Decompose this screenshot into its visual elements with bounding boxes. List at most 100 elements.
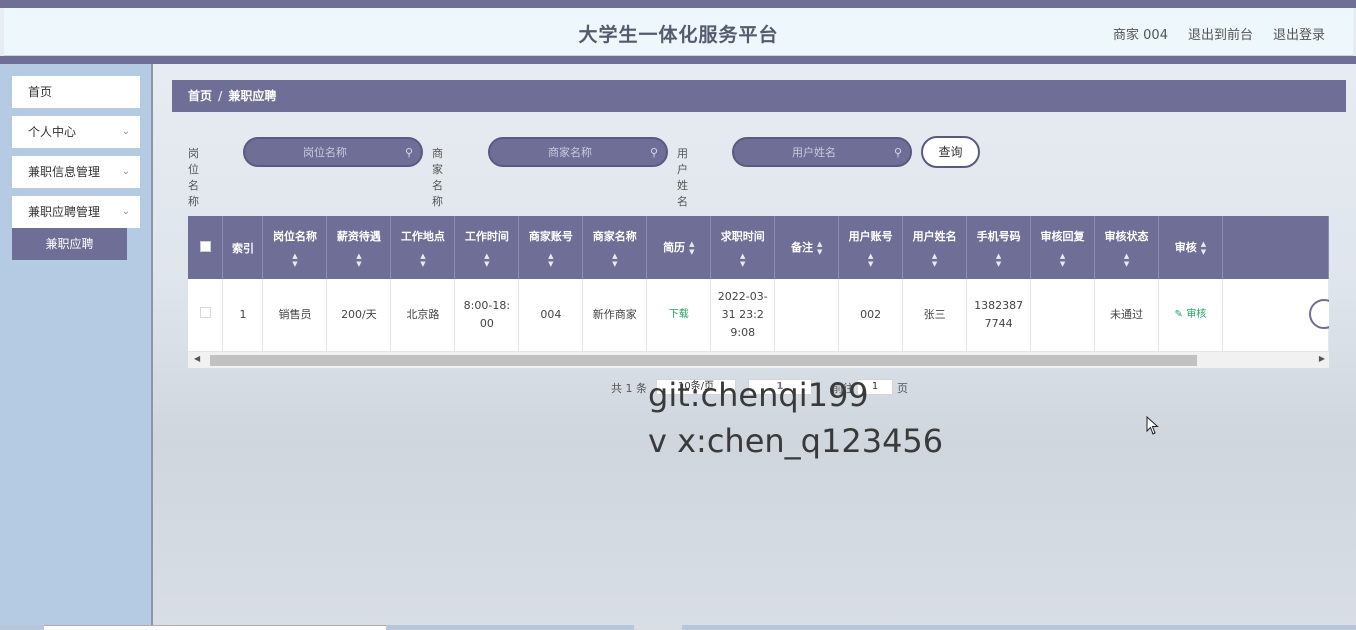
column-header-user-name[interactable]: 用户姓名 ▲ ▼ xyxy=(902,216,968,279)
column-header-index: 索引 xyxy=(222,216,264,279)
column-header-user-account[interactable]: 用户账号 ▲ ▼ xyxy=(838,216,904,279)
taskbar-segment xyxy=(386,625,634,630)
sort-icon[interactable]: ▲ ▼ xyxy=(689,240,694,256)
breadcrumb-home[interactable]: 首页 xyxy=(188,89,212,103)
taskbar-segment xyxy=(682,625,1356,630)
cell-apply-time: 2022-03-31 23:29:08 xyxy=(710,279,776,352)
column-header-phone[interactable]: 手机号码 ▲ ▼ xyxy=(966,216,1032,279)
resume-download-link[interactable]: 下载 xyxy=(669,309,689,320)
column-header-audit[interactable]: 审核 ▲ ▼ xyxy=(1158,216,1223,279)
column-header-label: 商家账号 xyxy=(528,229,573,243)
row-select-cell xyxy=(188,279,224,352)
sort-icon[interactable]: ▲ ▼ xyxy=(455,252,518,268)
sort-icon[interactable]: ▲ ▼ xyxy=(263,252,326,268)
watermark-line-2: v x:chen_q123456 xyxy=(648,422,944,460)
column-header-label: 商家名称 xyxy=(592,229,637,243)
sort-icon[interactable]: ▲ ▼ xyxy=(1095,252,1158,268)
cell-phone: 13823877744 xyxy=(966,279,1032,352)
chevron-down-icon: ⌄ xyxy=(121,166,130,177)
cell-merchant-name: 新作商家 xyxy=(582,279,648,352)
column-header-reply[interactable]: 审核回复 ▲ ▼ xyxy=(1030,216,1096,279)
column-header-remark[interactable]: 备注 ▲ ▼ xyxy=(774,216,840,279)
job-name-field[interactable]: ⚲ xyxy=(243,137,423,167)
sort-icon[interactable]: ▲ ▼ xyxy=(1201,240,1206,256)
sidebar-item-label: 首页 xyxy=(28,85,53,99)
data-table: 索引 岗位名称 ▲ ▼ 薪资待遇 ▲ ▼ 工作地点 ▲ ▼ 工作时间 ▲ ▼ 商家账号 ▲ ▼ 商家… xyxy=(188,216,1329,352)
column-header-label: 求职时间 xyxy=(720,229,765,243)
sort-icon[interactable]: ▲ ▼ xyxy=(1031,252,1094,268)
back-to-front-link[interactable]: 退出到前台 xyxy=(1188,24,1253,43)
column-header-label: 用户姓名 xyxy=(912,229,957,243)
table-header-row: 索引 岗位名称 ▲ ▼ 薪资待遇 ▲ ▼ 工作地点 ▲ ▼ 工作时间 ▲ ▼ 商家账号 ▲ ▼ 商家… xyxy=(188,216,1329,279)
cell-work-time: 8:00-18:00 xyxy=(454,279,520,352)
merchant-name-field[interactable]: ⚲ xyxy=(488,137,668,167)
cell-index: 1 xyxy=(222,279,264,352)
query-button[interactable]: 查询 xyxy=(921,136,980,168)
column-header-merchant-account[interactable]: 商家账号 ▲ ▼ xyxy=(518,216,584,279)
sidebar-item-home[interactable]: 首页 xyxy=(12,76,140,108)
row-checkbox[interactable] xyxy=(199,306,211,318)
cell-user-name: 张三 xyxy=(902,279,968,352)
current-user[interactable]: 商家 004 xyxy=(1113,24,1168,43)
cell-user-account: 002 xyxy=(838,279,904,352)
column-header-salary[interactable]: 薪资待遇 ▲ ▼ xyxy=(326,216,392,279)
column-header-job[interactable]: 岗位名称 ▲ ▼ xyxy=(262,216,328,279)
cell-job: 销售员 xyxy=(262,279,328,352)
sort-icon[interactable]: ▲ ▼ xyxy=(519,252,582,268)
column-header-label: 工作时间 xyxy=(464,229,509,243)
merchant-name-input[interactable] xyxy=(490,139,666,165)
sort-icon[interactable]: ▲ ▼ xyxy=(967,252,1030,268)
user-name-field[interactable]: ⚲ xyxy=(732,137,912,167)
column-header-status[interactable]: 审核状态 ▲ ▼ xyxy=(1094,216,1159,279)
cell-salary: 200/天 xyxy=(326,279,392,352)
scrollbar-thumb[interactable] xyxy=(210,355,1197,366)
sort-icon[interactable]: ▲ ▼ xyxy=(817,240,822,256)
sidebar-item-job-info[interactable]: 兼职信息管理 ⌄ xyxy=(12,156,140,188)
header-band xyxy=(0,56,1356,64)
scroll-left-icon[interactable]: ◀ xyxy=(194,354,200,363)
logout-link[interactable]: 退出登录 xyxy=(1273,24,1325,43)
top-strip xyxy=(0,0,1356,8)
select-all-checkbox[interactable] xyxy=(199,240,211,252)
column-header-location[interactable]: 工作地点 ▲ ▼ xyxy=(390,216,456,279)
header-links: 商家 004 退出到前台 退出登录 xyxy=(1113,24,1325,43)
job-name-input[interactable] xyxy=(245,139,421,165)
sort-icon[interactable]: ▲ ▼ xyxy=(839,252,902,268)
taskbar-segment xyxy=(0,625,44,630)
breadcrumb-separator: / xyxy=(218,89,223,103)
column-header-label: 手机号码 xyxy=(976,229,1021,243)
chevron-down-icon: ⌄ xyxy=(121,126,130,137)
search-icon: ⚲ xyxy=(404,146,413,159)
column-header-apply-time[interactable]: 求职时间 ▲ ▼ xyxy=(710,216,776,279)
cell-location: 北京路 xyxy=(390,279,456,352)
column-header-resume[interactable]: 简历 ▲ ▼ xyxy=(646,216,712,279)
watermark-line-1: git:chenqi199 xyxy=(648,376,869,414)
search-icon: ⚲ xyxy=(893,146,902,159)
user-name-input[interactable] xyxy=(734,139,910,165)
sort-icon[interactable]: ▲ ▼ xyxy=(711,252,774,268)
sidebar-item-label: 兼职应聘管理 xyxy=(28,205,101,219)
job-name-label: 岗位名称 xyxy=(188,147,199,208)
merchant-name-label: 商家名称 xyxy=(432,147,443,208)
column-header-work-time[interactable]: 工作时间 ▲ ▼ xyxy=(454,216,520,279)
sidebar-subitem-application[interactable]: 兼职应聘 xyxy=(12,228,127,260)
sidebar-item-personal-center[interactable]: 个人中心 ⌄ xyxy=(12,116,140,148)
cell-reply xyxy=(1030,279,1096,352)
user-name-label: 用户姓名 xyxy=(677,147,688,208)
sort-icon[interactable]: ▲ ▼ xyxy=(903,252,966,268)
column-header-label: 用户账号 xyxy=(848,229,893,243)
column-header-label: 岗位名称 xyxy=(272,229,317,243)
sidebar-item-label: 个人中心 xyxy=(28,125,77,139)
column-header-merchant-name[interactable]: 商家名称 ▲ ▼ xyxy=(582,216,648,279)
sort-icon[interactable]: ▲ ▼ xyxy=(583,252,646,268)
scroll-right-icon[interactable]: ▶ xyxy=(1319,354,1325,363)
sort-icon[interactable]: ▲ ▼ xyxy=(327,252,390,268)
sidebar-item-application-mgmt[interactable]: 兼职应聘管理 ⌄ xyxy=(12,196,140,228)
audit-link[interactable]: 审核 xyxy=(1186,309,1206,320)
cell-status: 未通过 xyxy=(1094,279,1159,352)
column-header-label: 薪资待遇 xyxy=(336,229,381,243)
breadcrumb: 首页 / 兼职应聘 xyxy=(172,80,1346,112)
edit-icon: ✎ xyxy=(1174,309,1183,321)
sort-icon[interactable]: ▲ ▼ xyxy=(391,252,454,268)
horizontal-scrollbar[interactable]: ◀ ▶ xyxy=(188,352,1329,368)
